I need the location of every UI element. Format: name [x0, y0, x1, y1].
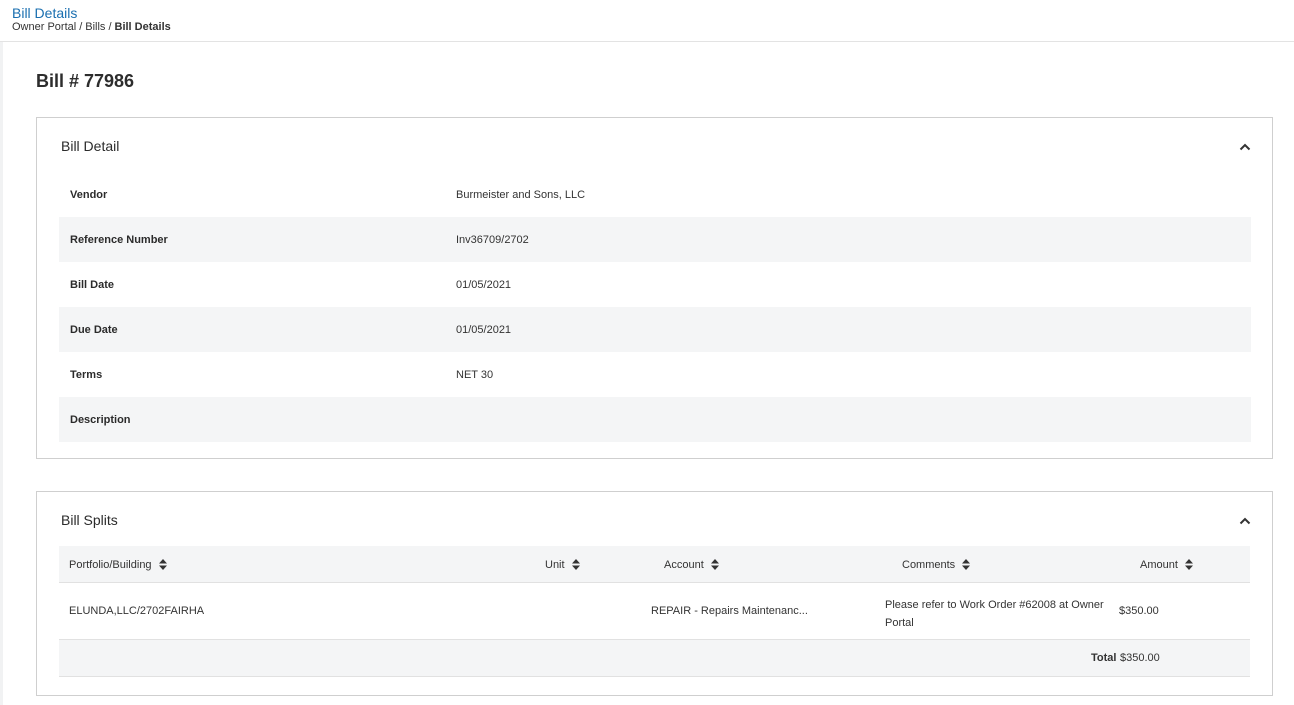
column-header-amount[interactable]: Amount — [1140, 546, 1193, 583]
column-header-label: Comments — [902, 558, 956, 571]
column-header-label: Unit — [545, 558, 565, 571]
page-heading[interactable]: Bill Details — [12, 5, 77, 21]
detail-label: Reference Number — [70, 233, 168, 246]
detail-value: 01/05/2021 — [456, 323, 512, 336]
bill-splits-title: Bill Splits — [61, 512, 118, 528]
detail-value: NET 30 — [456, 368, 494, 381]
column-header-comments[interactable]: Comments — [902, 546, 971, 583]
detail-value: Inv36709/2702 — [456, 233, 529, 246]
total-label: Total — [1091, 652, 1117, 664]
sort-icon[interactable] — [710, 559, 719, 570]
breadcrumb-bills[interactable]: Bills — [85, 21, 105, 33]
detail-label: Description — [70, 413, 131, 426]
detail-label: Vendor — [70, 188, 108, 201]
detail-row-reference-number: Reference Number Inv36709/2702 — [59, 217, 1251, 262]
detail-label: Due Date — [70, 323, 118, 336]
chevron-up-icon[interactable] — [1238, 514, 1252, 528]
bill-title: Bill # 77986 — [36, 71, 135, 91]
breadcrumb-current: Bill Details — [114, 21, 171, 33]
cell-comments: Please refer to Work Order #62008 at Own… — [885, 596, 1104, 632]
detail-row-due-date: Due Date 01/05/2021 — [59, 307, 1251, 352]
column-header-label: Account — [664, 558, 704, 571]
cell-account: REPAIR - Repairs Maintenanc... — [651, 605, 808, 617]
detail-label: Terms — [70, 368, 103, 381]
column-header-label: Amount — [1140, 558, 1178, 571]
bill-splits-table: Portfolio/Building Unit Account Comments — [59, 546, 1250, 677]
breadcrumb-owner-portal[interactable]: Owner Portal — [12, 21, 76, 33]
total-value: $350.00 — [1120, 652, 1160, 664]
cell-portfolio: ELUNDA,LLC/2702FAIRHA — [69, 605, 205, 617]
bill-detail-card: Bill Detail Vendor Burmeister and Sons, … — [36, 117, 1273, 459]
breadcrumb-separator: / — [108, 21, 112, 33]
cell-amount: $350.00 — [1119, 605, 1159, 617]
breadcrumb-separator: / — [79, 21, 83, 33]
top-bar: Bill Details Owner Portal / Bills / Bill Det… — [0, 0, 1294, 42]
table-header: Portfolio/Building Unit Account Comments — [59, 546, 1250, 583]
sort-icon[interactable] — [158, 559, 167, 570]
detail-label: Bill Date — [70, 278, 115, 291]
detail-value: 01/05/2021 — [456, 278, 512, 291]
bill-detail-rows: Vendor Burmeister and Sons, LLC Referenc… — [59, 172, 1251, 442]
chevron-up-icon[interactable] — [1238, 140, 1252, 154]
column-header-unit[interactable]: Unit — [545, 546, 580, 583]
column-header-label: Portfolio/Building — [69, 558, 152, 571]
sort-icon[interactable] — [962, 559, 971, 570]
bill-detail-title: Bill Detail — [61, 138, 120, 154]
comment-line: Please refer to Work Order #62008 at Own… — [885, 599, 1104, 611]
sort-icon[interactable] — [571, 559, 580, 570]
bill-splits-card: Bill Splits Portfolio/Building Unit Acco… — [36, 491, 1273, 696]
column-header-portfolio[interactable]: Portfolio/Building — [69, 546, 167, 583]
detail-row-bill-date: Bill Date 01/05/2021 — [59, 262, 1251, 307]
table-row: ELUNDA,LLC/2702FAIRHA REPAIR - Repairs M… — [59, 583, 1250, 640]
breadcrumb: Owner Portal / Bills / Bill Details — [12, 21, 171, 33]
detail-row-vendor: Vendor Burmeister and Sons, LLC — [59, 172, 1251, 217]
sort-icon[interactable] — [1184, 559, 1193, 570]
detail-row-terms: Terms NET 30 — [59, 352, 1251, 397]
comment-line: Portal — [885, 617, 914, 629]
table-total-row: Total $350.00 — [59, 640, 1250, 677]
column-header-account[interactable]: Account — [664, 546, 719, 583]
detail-row-description: Description — [59, 397, 1251, 442]
left-sidebar-edge — [0, 42, 3, 705]
detail-value: Burmeister and Sons, LLC — [456, 188, 586, 201]
